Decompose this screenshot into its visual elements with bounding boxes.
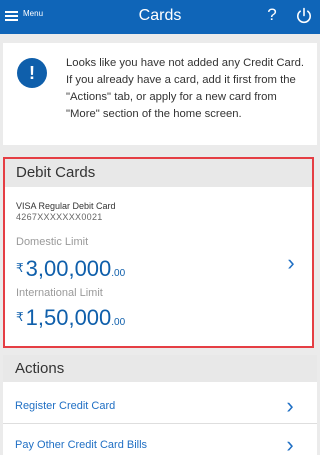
card-number: 4267XXXXXXX0021 (16, 212, 103, 222)
domestic-amount-value: 3,00,000 (25, 256, 112, 281)
exclamation-icon: ! (17, 58, 47, 88)
chevron-right-icon: › (286, 432, 294, 455)
debit-cards-section: Debit Cards VISA Regular Debit Card 4267… (3, 157, 314, 348)
actions-section: Actions Register Credit Card › Pay Other… (3, 355, 317, 455)
no-credit-card-notice: ! Looks like you have not added any Cred… (3, 43, 317, 145)
debit-cards-header: Debit Cards (5, 159, 312, 187)
pay-other-credit-card-bills-row[interactable]: Pay Other Credit Card Bills › (3, 427, 317, 455)
actions-header: Actions (3, 355, 317, 382)
rupee-symbol: ₹ (16, 261, 24, 275)
register-credit-card-label: Register Credit Card (15, 400, 116, 412)
app-bar: Menu Cards ? (0, 0, 320, 34)
domestic-limit-label: Domestic Limit (16, 236, 89, 248)
international-limit-label: International Limit (16, 287, 103, 299)
domestic-amount-decimal: .00 (111, 268, 126, 279)
chevron-right-icon: › (286, 393, 294, 418)
card-name: VISA Regular Debit Card (16, 201, 116, 211)
international-limit-amount: ₹1,50,000.00 (16, 305, 125, 331)
power-icon[interactable] (294, 6, 314, 26)
domestic-limit-amount: ₹3,00,000.00 (16, 256, 125, 282)
international-amount-decimal: .00 (111, 317, 126, 328)
international-amount-value: 1,50,000 (25, 305, 112, 330)
divider (3, 423, 317, 424)
help-icon[interactable]: ? (264, 4, 280, 26)
notice-message: Looks like you have not added any Credit… (66, 57, 305, 120)
register-credit-card-row[interactable]: Register Credit Card › (3, 388, 317, 424)
pay-other-credit-card-bills-label: Pay Other Credit Card Bills (15, 439, 148, 451)
rupee-symbol: ₹ (16, 310, 24, 324)
card-details-chevron-icon[interactable]: › (284, 251, 298, 275)
